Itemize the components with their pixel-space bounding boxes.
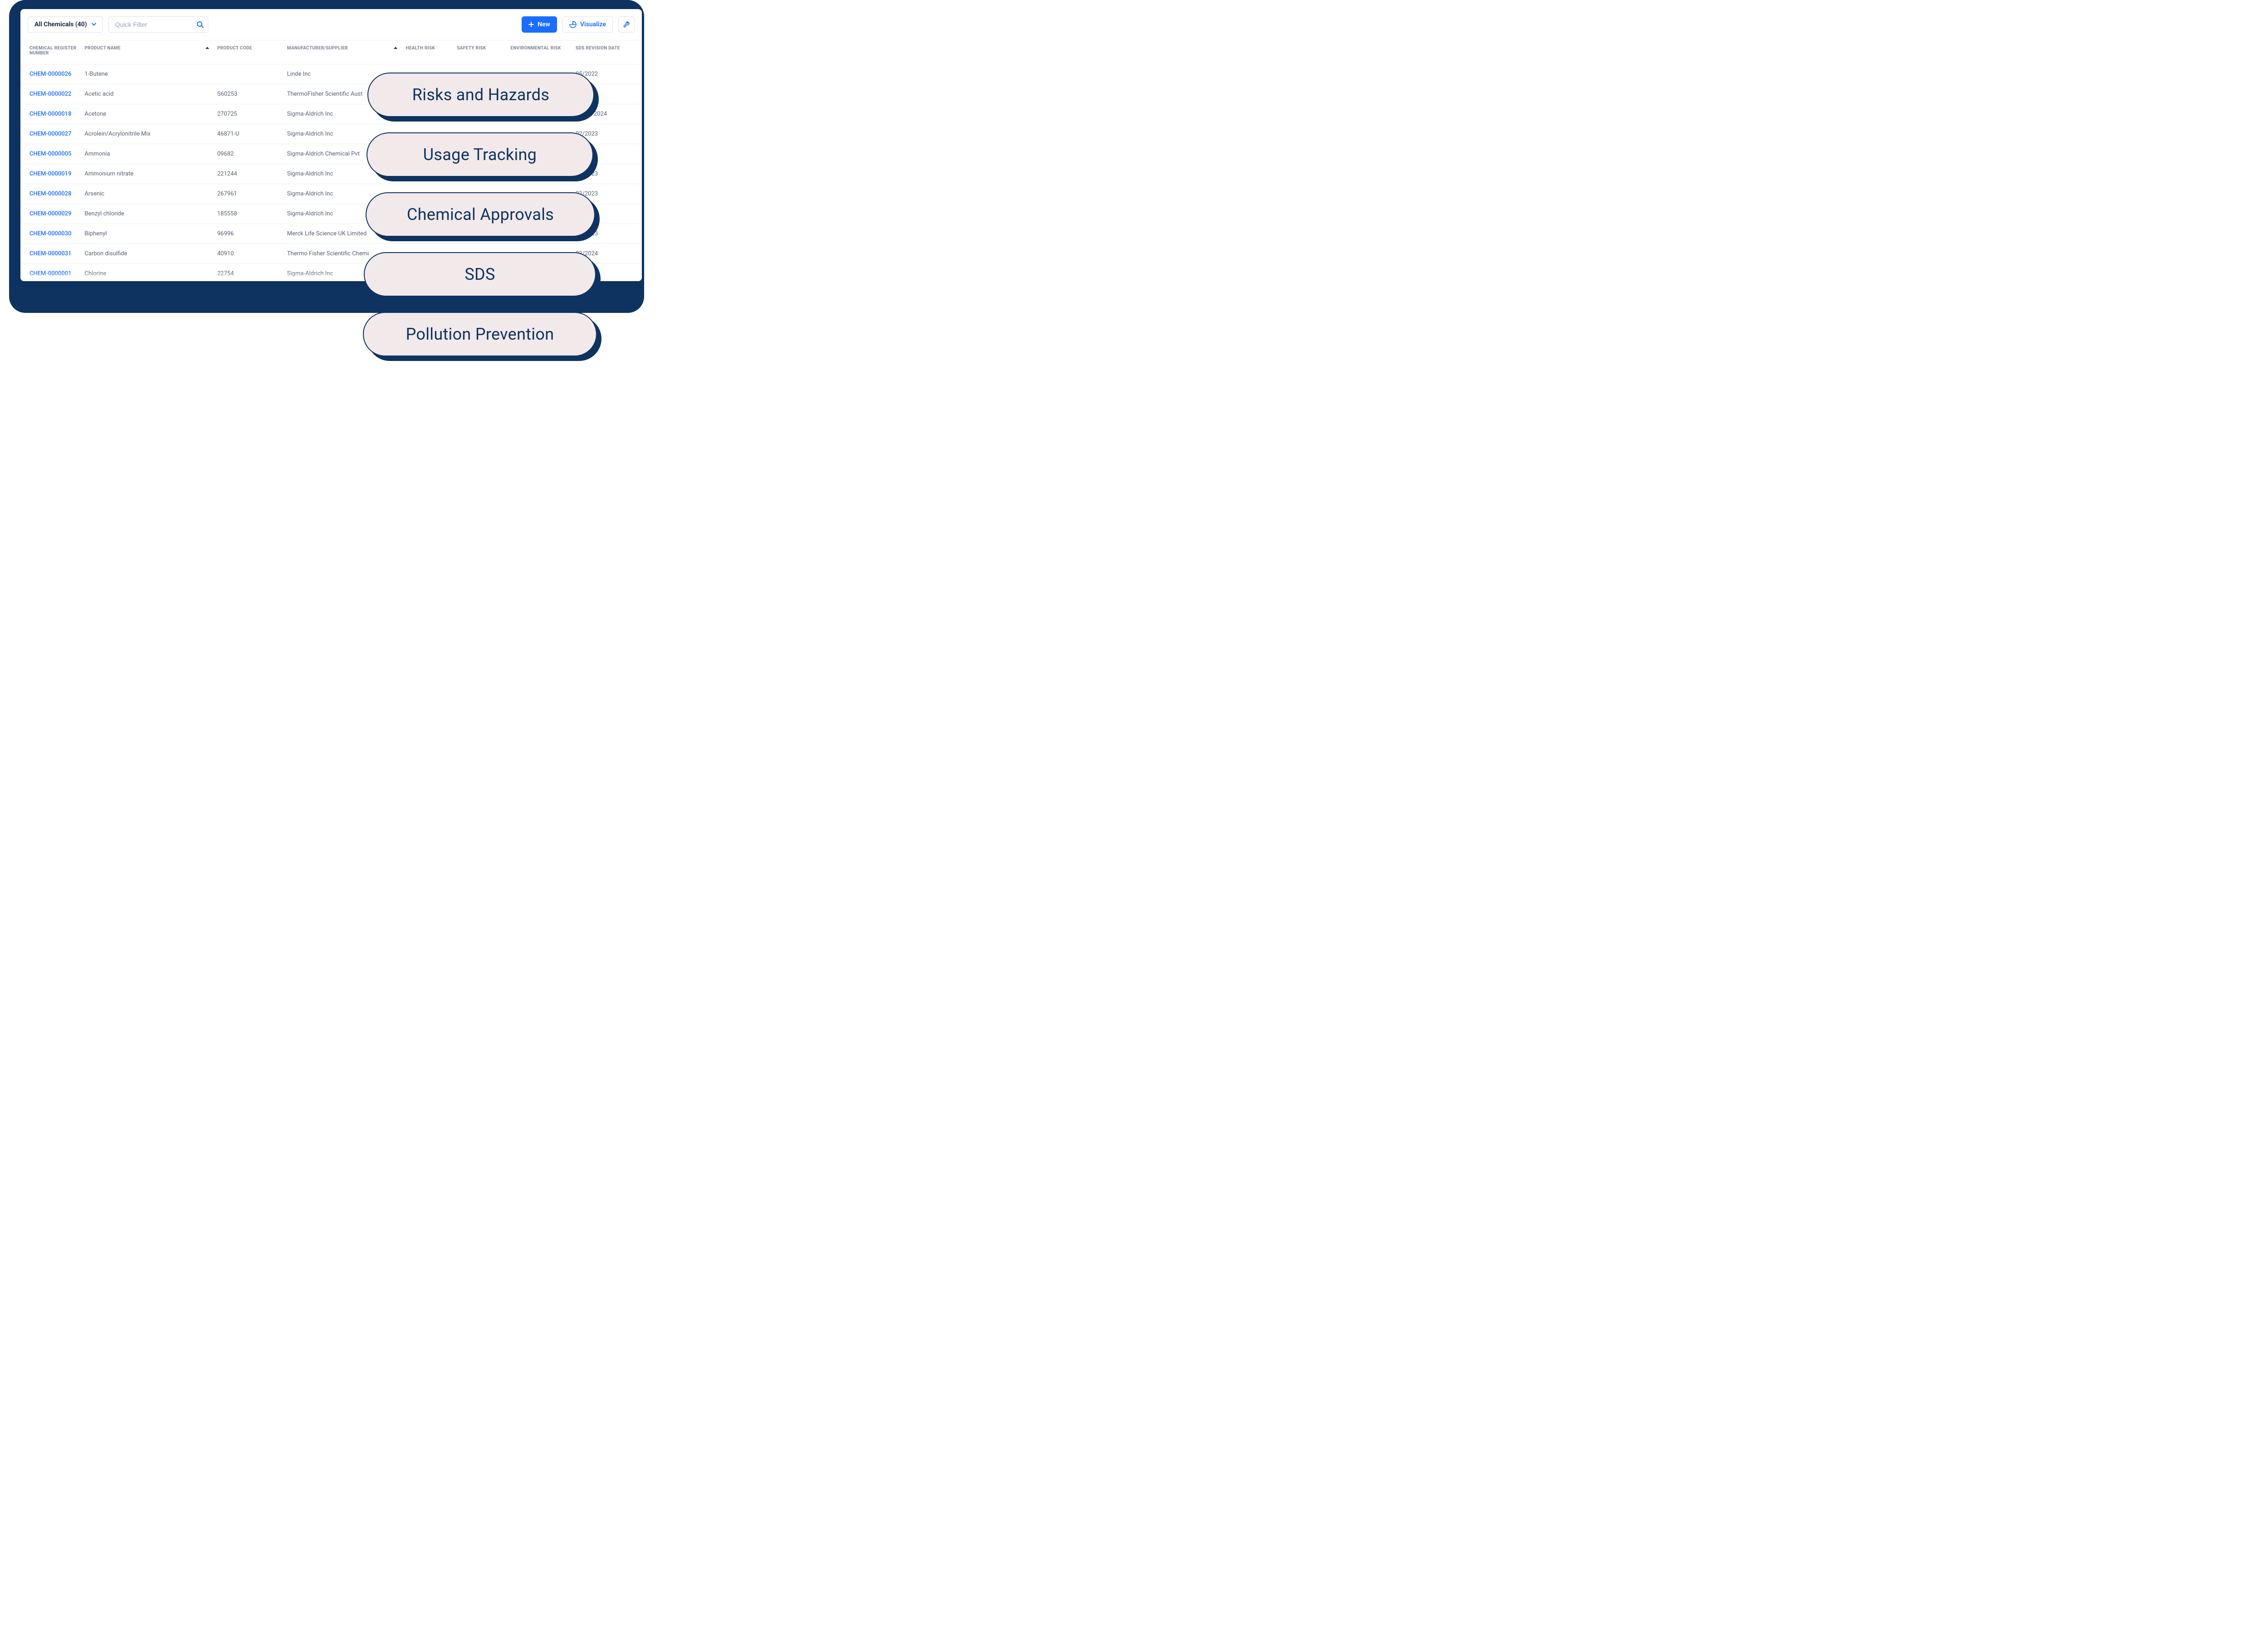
product-name-cell: Acrolein/Acrylonitrile Mix <box>81 124 213 144</box>
product-code-cell <box>214 64 284 84</box>
product-code-cell: 22754 <box>214 264 284 282</box>
column-header[interactable]: PRODUCT NAME <box>81 40 213 64</box>
register-number-link[interactable]: CHEM-0000028 <box>20 184 81 204</box>
register-number-link[interactable]: CHEM-0000030 <box>20 224 81 244</box>
column-header[interactable]: PRODUCT CODE <box>214 40 284 64</box>
column-header-label: MANUFACTURER/SUPPLIER <box>287 46 348 51</box>
feature-pill-label: Chemical Approvals <box>407 205 554 224</box>
register-number-link[interactable]: CHEM-0000031 <box>20 244 81 264</box>
register-number-link[interactable]: CHEM-0000001 <box>20 264 81 282</box>
feature-pill: SDS <box>364 252 596 297</box>
feature-pill-label: SDS <box>464 265 495 284</box>
product-code-cell: 221244 <box>214 164 284 184</box>
feature-pill-label: Risks and Hazards <box>412 85 550 104</box>
column-header[interactable]: HEALTH RISK <box>402 40 453 64</box>
product-name-cell: 1-Butene <box>81 64 213 84</box>
product-code-cell: 96996 <box>214 224 284 244</box>
sort-asc-icon <box>205 47 209 49</box>
register-number-link[interactable]: CHEM-0000029 <box>20 204 81 224</box>
product-name-cell: Ammonium nitrate <box>81 164 213 184</box>
product-name-cell: Benzyl chloride <box>81 204 213 224</box>
product-name-cell: Carbon disulfide <box>81 244 213 264</box>
feature-pill: Pollution Prevention <box>363 312 597 356</box>
product-code-cell: 185558 <box>214 204 284 224</box>
view-dropdown[interactable]: All Chemicals (40) <box>28 16 103 33</box>
register-number-link[interactable]: CHEM-0000027 <box>20 124 81 144</box>
product-code-cell: 40910 <box>214 244 284 264</box>
column-header-label: SAFETY RISK <box>457 46 486 51</box>
register-number-link[interactable]: CHEM-0000005 <box>20 144 81 164</box>
register-number-link[interactable]: CHEM-0000019 <box>20 164 81 184</box>
product-code-cell: 270725 <box>214 104 284 124</box>
register-number-link[interactable]: CHEM-0000018 <box>20 104 81 124</box>
plus-icon <box>528 22 534 27</box>
feature-pill: Risks and Hazards <box>367 73 594 117</box>
feature-pill: Chemical Approvals <box>366 192 595 237</box>
column-header-label: HEALTH RISK <box>406 46 435 51</box>
product-name-cell: Ammonia <box>81 144 213 164</box>
product-code-cell: 46871-U <box>214 124 284 144</box>
sort-asc-icon <box>394 47 397 49</box>
settings-button[interactable] <box>618 16 635 33</box>
table-header-row: CHEMICAL REGISTER NUMBER PRODUCT NAME PROD… <box>20 40 642 64</box>
view-dropdown-label: All Chemicals (40) <box>34 21 87 28</box>
feature-pill: Usage Tracking <box>367 132 593 177</box>
quick-filter <box>108 16 208 33</box>
product-code-cell: 267961 <box>214 184 284 204</box>
product-name-cell: Chlorine <box>81 264 213 282</box>
product-name-cell: Acetic acid <box>81 84 213 104</box>
product-name-cell: Acetone <box>81 104 213 124</box>
search-icon <box>196 21 204 28</box>
stage: All Chemicals (40) New <box>0 0 671 381</box>
column-header[interactable]: SDS REVISION DATE <box>572 40 642 64</box>
pie-chart-icon <box>569 21 577 28</box>
column-header[interactable]: SAFETY RISK <box>453 40 507 64</box>
visualize-button-label: Visualize <box>580 21 606 28</box>
product-name-cell: Arsenic <box>81 184 213 204</box>
feature-pill-label: Usage Tracking <box>423 145 537 164</box>
column-header-label: PRODUCT NAME <box>84 46 121 51</box>
register-number-link[interactable]: CHEM-0000022 <box>20 84 81 104</box>
product-name-cell: Biphenyl <box>81 224 213 244</box>
product-code-cell: S60253 <box>214 84 284 104</box>
column-header[interactable]: MANUFACTURER/SUPPLIER <box>284 40 402 64</box>
register-number-link[interactable]: CHEM-0000026 <box>20 64 81 84</box>
feature-pill-label: Pollution Prevention <box>406 325 554 344</box>
column-header-label: PRODUCT CODE <box>217 46 252 51</box>
new-button-label: New <box>538 21 550 28</box>
product-code-cell: 09682 <box>214 144 284 164</box>
wrench-icon <box>623 21 630 28</box>
column-header-label: ENVIRONMENTAL RISK <box>510 46 561 51</box>
toolbar: All Chemicals (40) New <box>20 16 642 40</box>
quick-filter-input[interactable] <box>108 16 208 33</box>
column-header-label: CHEMICAL REGISTER NUMBER <box>29 46 76 56</box>
column-header[interactable]: ENVIRONMENTAL RISK <box>507 40 572 64</box>
chevron-down-icon <box>92 22 96 27</box>
column-header-label: SDS REVISION DATE <box>576 46 620 51</box>
visualize-button[interactable]: Visualize <box>562 16 613 33</box>
column-header[interactable]: CHEMICAL REGISTER NUMBER <box>20 40 81 64</box>
new-button[interactable]: New <box>522 16 557 33</box>
